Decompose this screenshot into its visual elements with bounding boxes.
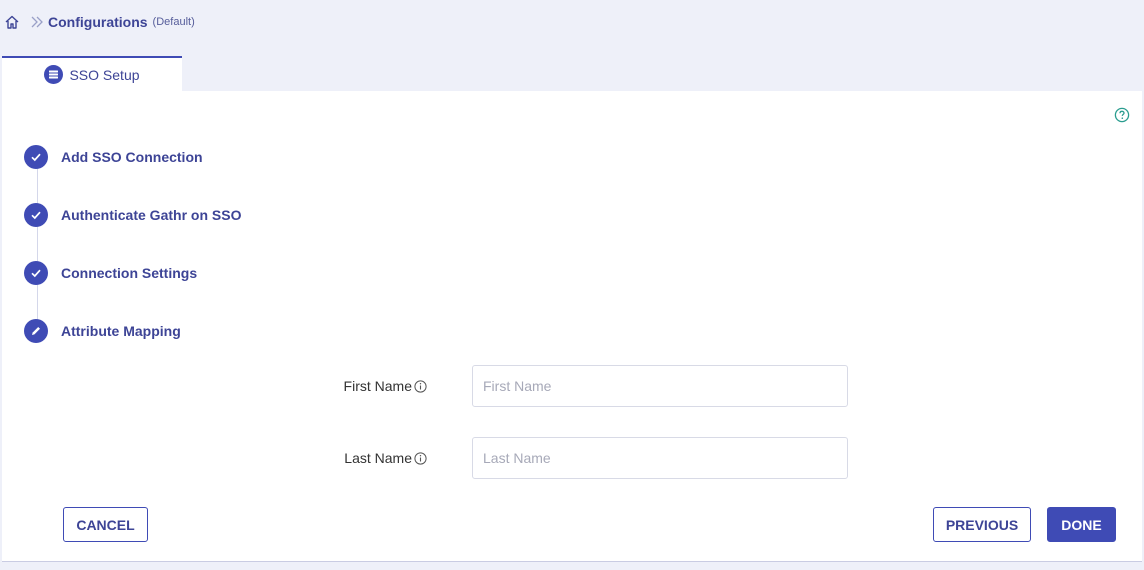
previous-button[interactable]: PREVIOUS — [933, 507, 1031, 542]
first-name-row: First Name — [2, 365, 1142, 409]
step-authenticate-gathr[interactable]: Authenticate Gathr on SSO — [24, 203, 241, 227]
help-circle-icon[interactable] — [1114, 107, 1130, 123]
done-button[interactable]: DONE — [1047, 507, 1116, 542]
first-name-label-text: First Name — [343, 378, 412, 394]
breadcrumb: Configurations (Default) — [4, 12, 195, 32]
tab-sso-setup[interactable]: SSO Setup — [2, 56, 182, 91]
last-name-label: Last Name — [344, 450, 427, 466]
step-label: Add SSO Connection — [61, 149, 203, 165]
first-name-input[interactable] — [472, 365, 848, 407]
page-title[interactable]: Configurations — [48, 14, 148, 30]
home-icon[interactable] — [4, 14, 20, 30]
check-icon — [24, 261, 48, 285]
last-name-input[interactable] — [472, 437, 848, 479]
first-name-label: First Name — [344, 378, 427, 394]
cancel-button[interactable]: CANCEL — [63, 507, 148, 542]
step-label: Connection Settings — [61, 265, 198, 281]
check-icon — [24, 203, 48, 227]
pencil-icon — [24, 319, 48, 343]
check-icon — [24, 145, 48, 169]
step-attribute-mapping[interactable]: Attribute Mapping — [24, 319, 181, 343]
main-panel: Add SSO Connection Authenticate Gathr on… — [2, 91, 1142, 562]
page-subtitle: (Default) — [152, 16, 195, 28]
step-label: Authenticate Gathr on SSO — [61, 207, 242, 223]
stepper-connector — [37, 163, 38, 337]
tab-label: SSO Setup — [69, 66, 140, 83]
step-add-sso-connection[interactable]: Add SSO Connection — [24, 145, 203, 169]
step-label: Attribute Mapping — [61, 323, 181, 339]
sso-setup-icon — [44, 65, 64, 84]
step-connection-settings[interactable]: Connection Settings — [24, 261, 197, 285]
double-chevron-right-icon — [31, 16, 43, 28]
info-icon[interactable] — [414, 379, 427, 393]
last-name-label-text: Last Name — [344, 450, 412, 466]
info-icon[interactable] — [414, 451, 427, 465]
last-name-row: Last Name — [2, 437, 1142, 481]
